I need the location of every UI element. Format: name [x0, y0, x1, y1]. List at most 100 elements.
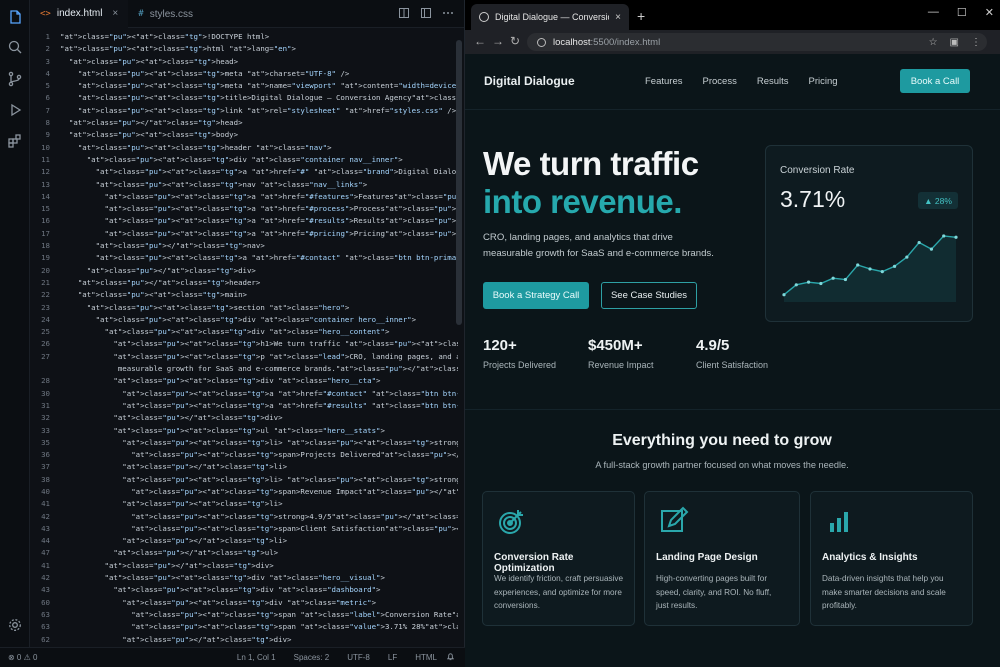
- code-line[interactable]: 44 "at">class="pu"></"at">class="tg">li>: [30, 535, 458, 547]
- code-line[interactable]: measurable growth for SaaS and e-commerc…: [30, 363, 458, 375]
- code-line[interactable]: 24 "at">class="pu"><"at">class="tg">div …: [30, 314, 458, 326]
- brand-logo[interactable]: Digital Dialogue: [484, 74, 575, 88]
- bookmark-star-icon[interactable]: ☆: [929, 37, 938, 48]
- code-line[interactable]: 12 "at">class="pu"><"at">class="tg">a "a…: [30, 166, 458, 178]
- extensions-puzzle-icon[interactable]: ▣: [950, 37, 959, 48]
- stat-revenue: $450M+ Revenue Impact: [588, 337, 654, 370]
- code-line[interactable]: 63 "at">class="pu"><"at">class="tg">span…: [30, 621, 458, 633]
- line-content: "at">class="pu"><"at">class="tg">div "at…: [122, 597, 377, 607]
- code-line[interactable]: 26 "at">class="pu"><"at">class="tg">h1>W…: [30, 338, 458, 350]
- settings-gear-icon[interactable]: [6, 616, 24, 634]
- code-line[interactable]: 23 "at">class="pu"><"at">class="tg">sect…: [30, 302, 458, 314]
- code-line[interactable]: 13 "at">class="pu"><"at">class="tg">nav …: [30, 179, 458, 191]
- code-line[interactable]: 8 "at">class="pu"></"at">class="tg">head…: [30, 117, 458, 129]
- menu-kebab-icon[interactable]: ⋮: [971, 37, 981, 48]
- see-case-studies-button[interactable]: See Case Studies: [601, 282, 697, 309]
- line-content: "at">class="pu"><"at">class="tg">span>Cl…: [131, 523, 458, 533]
- code-line[interactable]: 7 "at">class="pu"><"at">class="tg">link …: [30, 105, 458, 117]
- code-line[interactable]: 42 "at">class="pu"><"at">class="tg">div …: [30, 572, 458, 584]
- code-line[interactable]: 43 "at">class="pu"><"at">class="tg">span…: [30, 523, 458, 535]
- extensions-icon[interactable]: [6, 132, 24, 150]
- code-line[interactable]: 4 "at">class="pu"><"at">class="tg">meta …: [30, 68, 458, 80]
- book-a-call-button[interactable]: Book a Call: [900, 69, 970, 93]
- code-line[interactable]: 41 "at">class="pu"></"at">class="tg">div…: [30, 560, 458, 572]
- back-arrow-icon[interactable]: ←: [474, 34, 486, 48]
- editor-scrollbar[interactable]: [456, 40, 462, 325]
- code-line[interactable]: 20 "at">class="pu"></"at">class="tg">div…: [30, 265, 458, 277]
- run-debug-icon[interactable]: [6, 101, 24, 119]
- code-line[interactable]: 19 "at">class="pu"><"at">class="tg">a "a…: [30, 252, 458, 264]
- code-line[interactable]: 5 "at">class="pu"><"at">class="tg">meta …: [30, 80, 458, 92]
- new-tab-button[interactable]: +: [637, 8, 645, 24]
- code-line[interactable]: 62 "at">class="pu"></"at">class="tg">div…: [30, 634, 458, 646]
- code-line[interactable]: 14 "at">class="pu"><"at">class="tg">a "a…: [30, 191, 458, 203]
- code-line[interactable]: 16 "at">class="pu"><"at">class="tg">a "a…: [30, 215, 458, 227]
- code-line[interactable]: 10 "at">class="pu"><"at">class="tg">head…: [30, 142, 458, 154]
- code-line[interactable]: 42 "at">class="pu"><"at">class="tg">stro…: [30, 511, 458, 523]
- code-line[interactable]: 31 "at">class="pu"><"at">class="tg">a "a…: [30, 400, 458, 412]
- book-strategy-call-button[interactable]: Book a Strategy Call: [483, 282, 589, 309]
- search-icon[interactable]: [6, 38, 24, 56]
- code-line[interactable]: 18 "at">class="pu"></"at">class="tg">nav…: [30, 240, 458, 252]
- code-area[interactable]: 1 "at">class="pu"><"at">class="tg">!DOCTY…: [30, 28, 458, 647]
- code-line[interactable]: 40 "at">class="pu"><"at">class="tg">span…: [30, 486, 458, 498]
- split-editor-icon[interactable]: [398, 7, 410, 19]
- source-control-icon[interactable]: [6, 70, 24, 88]
- nav-link-results[interactable]: Results: [757, 76, 789, 87]
- code-line[interactable]: 22 "at">class="pu"><"at">class="tg">main…: [30, 289, 458, 301]
- code-line[interactable]: 3 "at">class="pu"><"at">class="tg">head>: [30, 56, 458, 68]
- layout-icon[interactable]: [420, 7, 432, 19]
- code-line[interactable]: 63 "at">class="pu"><"at">class="tg">span…: [30, 609, 458, 621]
- code-line[interactable]: 32 "at">class="pu"></"at">class="tg">div…: [30, 412, 458, 424]
- code-line[interactable]: 17 "at">class="pu"><"at">class="tg">a "a…: [30, 228, 458, 240]
- code-line[interactable]: 21 "at">class="pu"></"at">class="tg">hea…: [30, 277, 458, 289]
- line-content: "at">class="pu"><"at">class="tg">a "at">…: [95, 167, 458, 177]
- code-line[interactable]: 27 "at">class="pu"><"at">class="tg">p "a…: [30, 351, 458, 363]
- nav-link-process[interactable]: Process: [703, 76, 737, 87]
- encoding[interactable]: UTF-8: [347, 653, 370, 662]
- indentation[interactable]: Spaces: 2: [294, 653, 330, 662]
- code-line[interactable]: 36 "at">class="pu"><"at">class="tg">span…: [30, 449, 458, 461]
- code-line[interactable]: 43 "at">class="pu"><"at">class="tg">div …: [30, 584, 458, 596]
- code-line[interactable]: 37 "at">class="pu"></"at">class="tg">li>: [30, 461, 458, 473]
- line-number: 9: [45, 130, 50, 140]
- code-line[interactable]: 33 "at">class="pu"><"at">class="tg">ul "…: [30, 425, 458, 437]
- close-window-icon[interactable]: ✕: [985, 6, 994, 19]
- browser-tab[interactable]: Digital Dialogue — Conversion Agency ×: [471, 4, 629, 30]
- code-line[interactable]: 1 "at">class="pu"><"at">class="tg">!DOCTY…: [30, 31, 458, 43]
- tab-index-html[interactable]: <> index.html ×: [30, 0, 129, 28]
- code-line[interactable]: 2 "at">class="pu"><"at">class="tg">html "…: [30, 43, 458, 55]
- bell-icon[interactable]: [446, 652, 455, 663]
- code-line[interactable]: 60 "at">class="pu"><"at">class="tg">div …: [30, 597, 458, 609]
- tab-styles-css[interactable]: # styles.css: [128, 0, 203, 28]
- maximize-icon[interactable]: ☐: [957, 6, 967, 19]
- forward-arrow-icon[interactable]: →: [492, 34, 504, 48]
- minimize-icon[interactable]: —: [928, 6, 939, 19]
- more-actions-icon[interactable]: [442, 7, 454, 19]
- close-tab-icon[interactable]: ×: [112, 8, 118, 19]
- code-line[interactable]: 30 "at">class="pu"><"at">class="tg">a "a…: [30, 388, 458, 400]
- files-icon[interactable]: [6, 8, 24, 26]
- close-tab-icon[interactable]: ×: [615, 12, 621, 23]
- nav-link-pricing[interactable]: Pricing: [809, 76, 838, 87]
- code-line[interactable]: 11 "at">class="pu"><"at">class="tg">div …: [30, 154, 458, 166]
- language-mode[interactable]: HTML: [415, 653, 437, 662]
- line-number: 14: [41, 191, 50, 201]
- address-bar[interactable]: localhost:5500/index.html ☆ ▣ ⋮: [527, 33, 987, 51]
- code-line[interactable]: 25 "at">class="pu"><"at">class="tg">div …: [30, 326, 458, 338]
- code-line[interactable]: 41 "at">class="pu"><"at">class="tg">li>: [30, 498, 458, 510]
- problems-count[interactable]: ⊗ 0 ⚠ 0: [8, 653, 37, 662]
- code-line[interactable]: 15 "at">class="pu"><"at">class="tg">a "a…: [30, 203, 458, 215]
- code-line[interactable]: 6 "at">class="pu"><"at">class="tg">title…: [30, 92, 458, 104]
- site-info-icon[interactable]: [537, 37, 546, 47]
- code-line[interactable]: 38 "at">class="pu"><"at">class="tg">li> …: [30, 474, 458, 486]
- code-line[interactable]: 47 "at">class="pu"></"at">class="tg">ul>: [30, 547, 458, 559]
- cursor-position[interactable]: Ln 1, Col 1: [237, 653, 276, 662]
- nav-link-features[interactable]: Features: [645, 76, 683, 87]
- hero-lead: CRO, landing pages, and analytics that d…: [483, 232, 714, 259]
- reload-icon[interactable]: ↻: [510, 34, 520, 48]
- code-line[interactable]: 35 "at">class="pu"><"at">class="tg">li> …: [30, 437, 458, 449]
- code-line[interactable]: 28 "at">class="pu"><"at">class="tg">div …: [30, 375, 458, 387]
- end-of-line[interactable]: LF: [388, 653, 397, 662]
- code-line[interactable]: 9 "at">class="pu"><"at">class="tg">body>: [30, 129, 458, 141]
